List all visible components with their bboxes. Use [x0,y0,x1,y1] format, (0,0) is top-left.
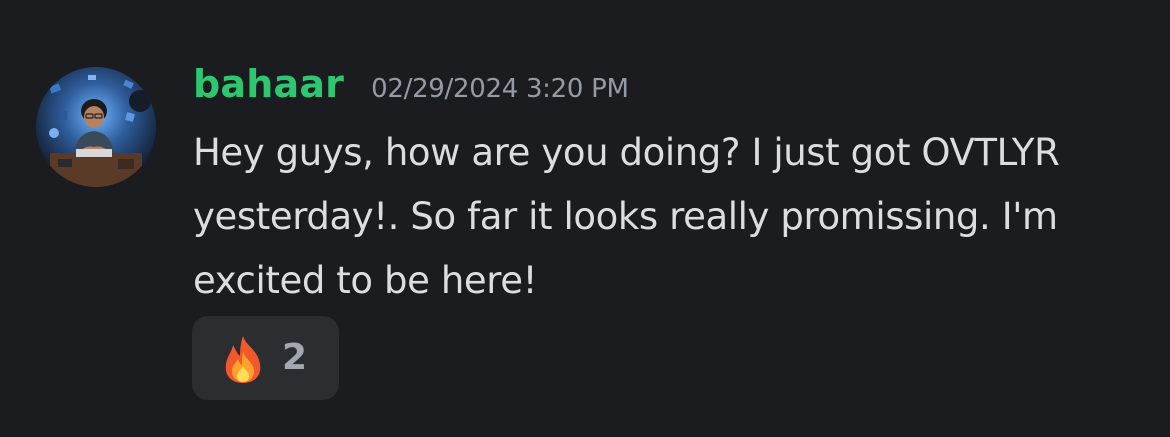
avatar[interactable] [36,67,156,187]
avatar-icon [36,67,156,187]
reaction-count: 2 [282,337,308,378]
username[interactable]: bahaar [193,62,344,106]
timestamp: 02/29/2024 3:20 PM [371,74,629,104]
message-line: Hey guys, how are you doing? I just got … [193,131,1060,174]
reaction-button[interactable]: 2 [192,316,339,400]
message-line: yesterday!. So far it looks really promi… [193,195,1058,238]
fire-icon [220,334,266,384]
chat-message: bahaar 02/29/2024 3:20 PM Hey guys, how … [0,0,1170,437]
message-line: excited to be here! [193,259,538,302]
message-header: bahaar 02/29/2024 3:20 PM [193,62,629,112]
message-content: Hey guys, how are you doing? I just got … [193,121,1133,313]
